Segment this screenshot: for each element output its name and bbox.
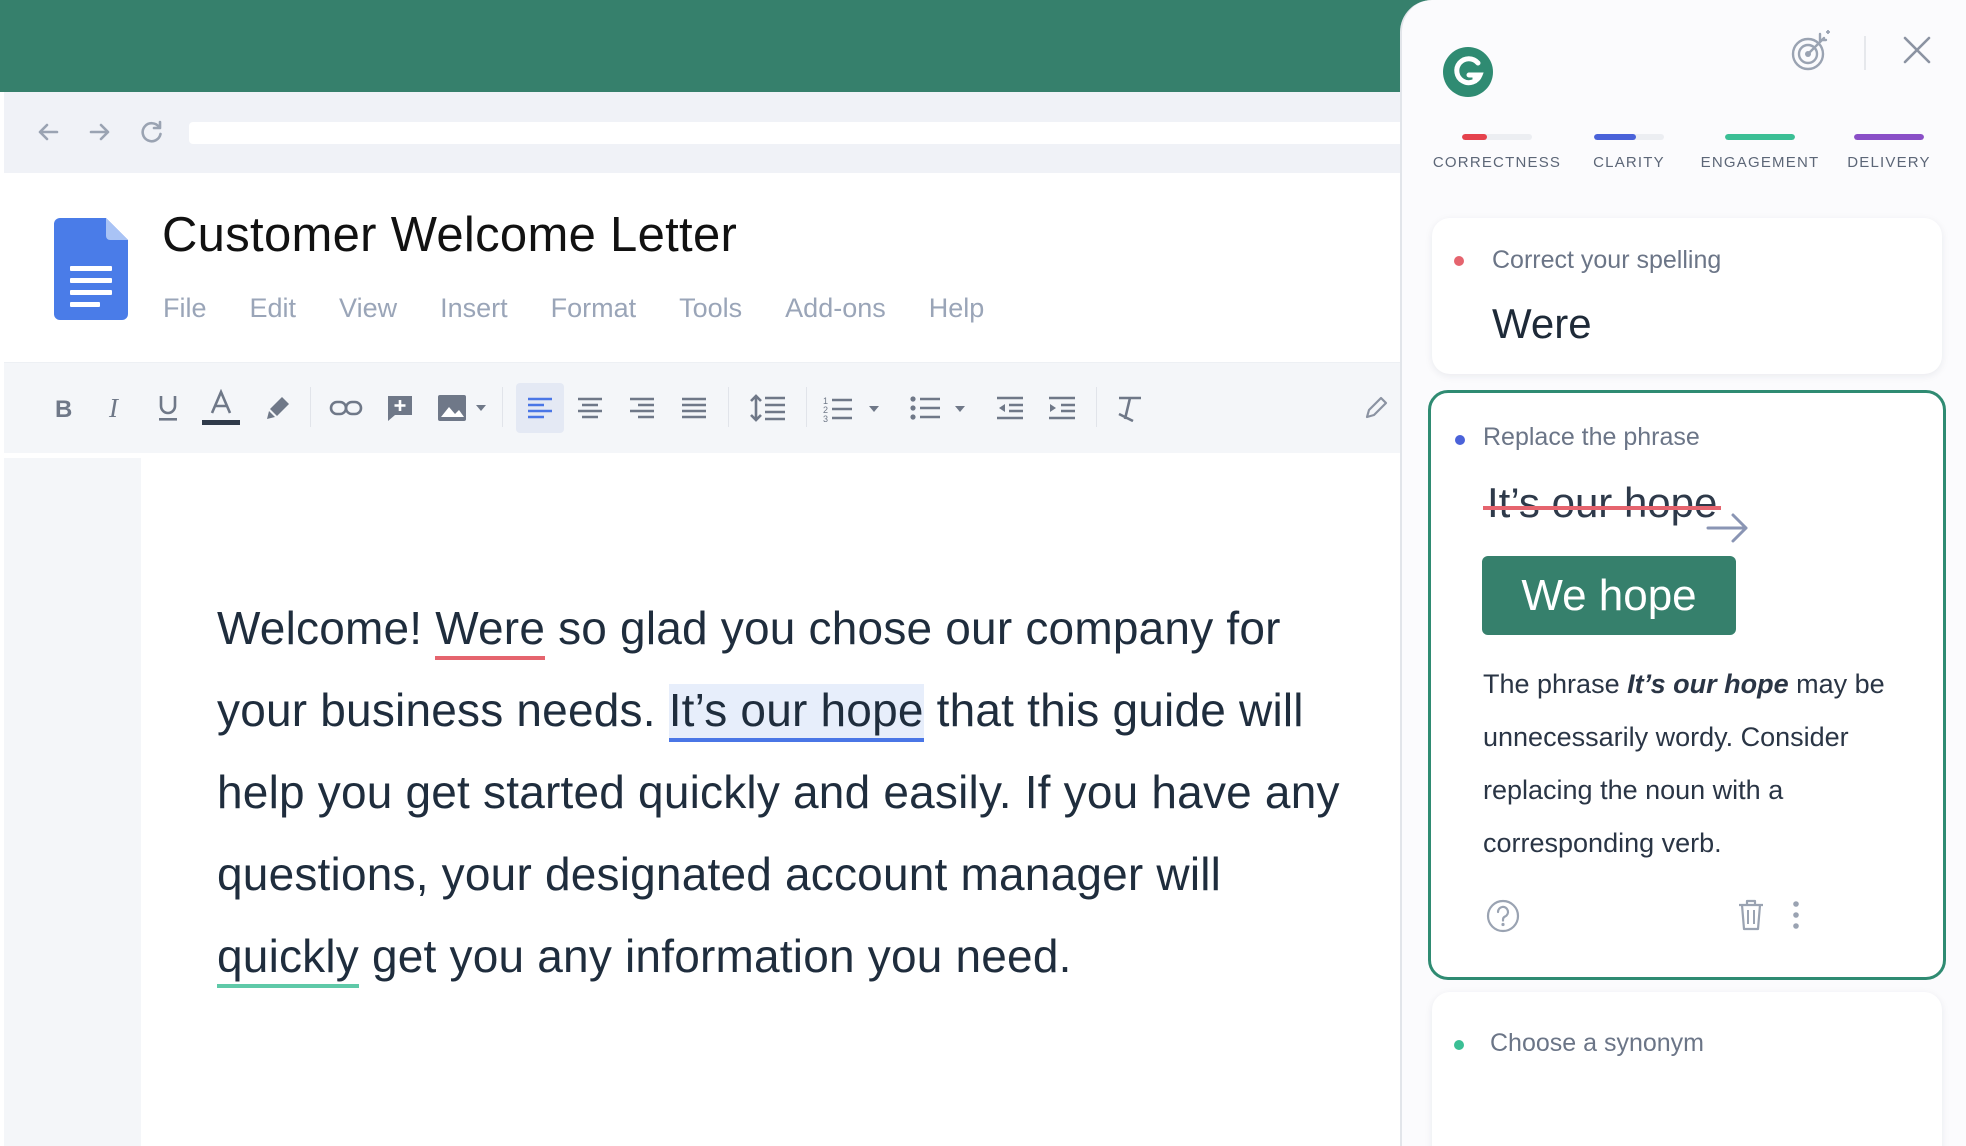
category-label: ENGAGEMENT [1700, 154, 1820, 171]
menu-tools[interactable]: Tools [679, 293, 742, 324]
goals-target-icon[interactable] [1788, 28, 1834, 79]
body-text-segment: Welcome! [217, 602, 436, 654]
doc-header [4, 173, 1400, 359]
spelling-error-were[interactable]: Were [435, 602, 546, 660]
increase-indent-icon[interactable] [1042, 363, 1082, 453]
grammarly-logo [1442, 46, 1494, 103]
explanation-text: The phrase [1483, 669, 1628, 699]
menu-edit[interactable]: Edit [250, 293, 297, 324]
suggestion-card-replace-phrase[interactable]: Replace the phrase It’s our hope We hope… [1428, 390, 1946, 980]
menu-add-ons[interactable]: Add-ons [785, 293, 886, 324]
help-icon[interactable] [1485, 898, 1521, 939]
align-right-icon[interactable] [622, 363, 662, 453]
svg-text:B: B [55, 396, 72, 421]
arrow-right-icon[interactable] [80, 112, 120, 152]
suggestion-card-synonym[interactable]: Choose a synonym [1432, 992, 1942, 1146]
justify-icon[interactable] [674, 363, 714, 453]
close-icon[interactable] [1902, 35, 1932, 70]
browser-nav-bar [4, 92, 1400, 174]
category-engagement[interactable]: ENGAGEMENT [1695, 134, 1825, 171]
clear-formatting-icon[interactable] [1110, 363, 1150, 453]
original-phrase: It’s our hope [1482, 479, 1722, 526]
delivery-bar [1854, 134, 1924, 140]
header-divider [1864, 36, 1866, 70]
text-color-icon[interactable] [198, 363, 244, 453]
accept-suggestion-button[interactable]: We hope [1482, 556, 1736, 635]
suggestion-card-spelling[interactable]: Correct your spelling Were [1432, 218, 1942, 374]
clarity-issue-its-our-hope[interactable]: It’s our hope [668, 684, 924, 742]
grammarly-panel: CORRECTNESS CLARITY ENGAGEMENT DELIVERY … [1400, 0, 1966, 1146]
reload-icon[interactable] [132, 112, 172, 152]
correctness-dot [1454, 256, 1464, 266]
formatting-toolbar: B I 123 [4, 362, 1400, 453]
document-body-text[interactable]: Welcome! Were so glad you chose our comp… [217, 587, 1367, 997]
arrow-left-icon[interactable] [28, 112, 68, 152]
replacement-text: We hope [1521, 570, 1697, 620]
trash-icon[interactable] [1736, 898, 1766, 937]
italic-icon[interactable]: I [96, 363, 136, 453]
arrow-right-icon [1705, 511, 1751, 550]
card-header: Correct your spelling [1492, 246, 1722, 274]
url-bar[interactable] [189, 122, 1400, 144]
align-left-icon[interactable] [516, 383, 564, 433]
correctness-bar [1462, 134, 1487, 140]
edit-pencil-icon[interactable] [1356, 363, 1396, 453]
menu-format[interactable]: Format [551, 293, 637, 324]
highlight-icon[interactable] [258, 363, 298, 453]
link-icon[interactable] [326, 363, 366, 453]
clarity-dot [1455, 435, 1465, 445]
menu-file[interactable]: File [163, 293, 207, 324]
card-header: Replace the phrase [1483, 423, 1700, 451]
line-spacing-icon[interactable] [744, 363, 792, 453]
document-title[interactable]: Customer Welcome Letter [162, 207, 737, 263]
clarity-bar [1594, 134, 1636, 140]
engagement-dot [1454, 1040, 1464, 1050]
numbered-list-icon[interactable]: 123 [820, 363, 890, 453]
bold-icon[interactable]: B [44, 363, 84, 453]
menu-help[interactable]: Help [929, 293, 985, 324]
align-center-icon[interactable] [570, 363, 610, 453]
google-docs-icon[interactable] [54, 218, 128, 325]
svg-text:3: 3 [823, 414, 828, 422]
comment-icon[interactable] [380, 363, 420, 453]
card-header: Choose a synonym [1490, 1029, 1705, 1057]
category-correctness[interactable]: CORRECTNESS [1432, 134, 1562, 171]
docs-menu-bar: File Edit View Insert Format Tools Add-o… [163, 293, 1027, 324]
suggestion-explanation: The phrase It’s our hope may be unnecess… [1483, 658, 1923, 870]
flagged-word: Were [1492, 300, 1592, 347]
bulleted-list-icon[interactable] [906, 363, 976, 453]
menu-view[interactable]: View [339, 293, 397, 324]
image-icon[interactable] [432, 363, 492, 453]
engagement-issue-quickly[interactable]: quickly [217, 930, 360, 988]
category-delivery[interactable]: DELIVERY [1824, 134, 1954, 171]
category-label: CORRECTNESS [1432, 154, 1562, 171]
body-text-segment: get you any information you need. [359, 930, 1072, 982]
category-label: DELIVERY [1847, 154, 1931, 171]
explanation-phrase: It’s our hope [1627, 669, 1789, 699]
engagement-bar [1725, 134, 1795, 140]
underline-icon[interactable] [148, 363, 188, 453]
category-clarity[interactable]: CLARITY [1564, 134, 1694, 171]
menu-insert[interactable]: Insert [440, 293, 508, 324]
svg-text:I: I [108, 395, 120, 421]
decrease-indent-icon[interactable] [990, 363, 1030, 453]
more-options-icon[interactable] [1789, 898, 1803, 937]
category-label: CLARITY [1593, 154, 1665, 171]
